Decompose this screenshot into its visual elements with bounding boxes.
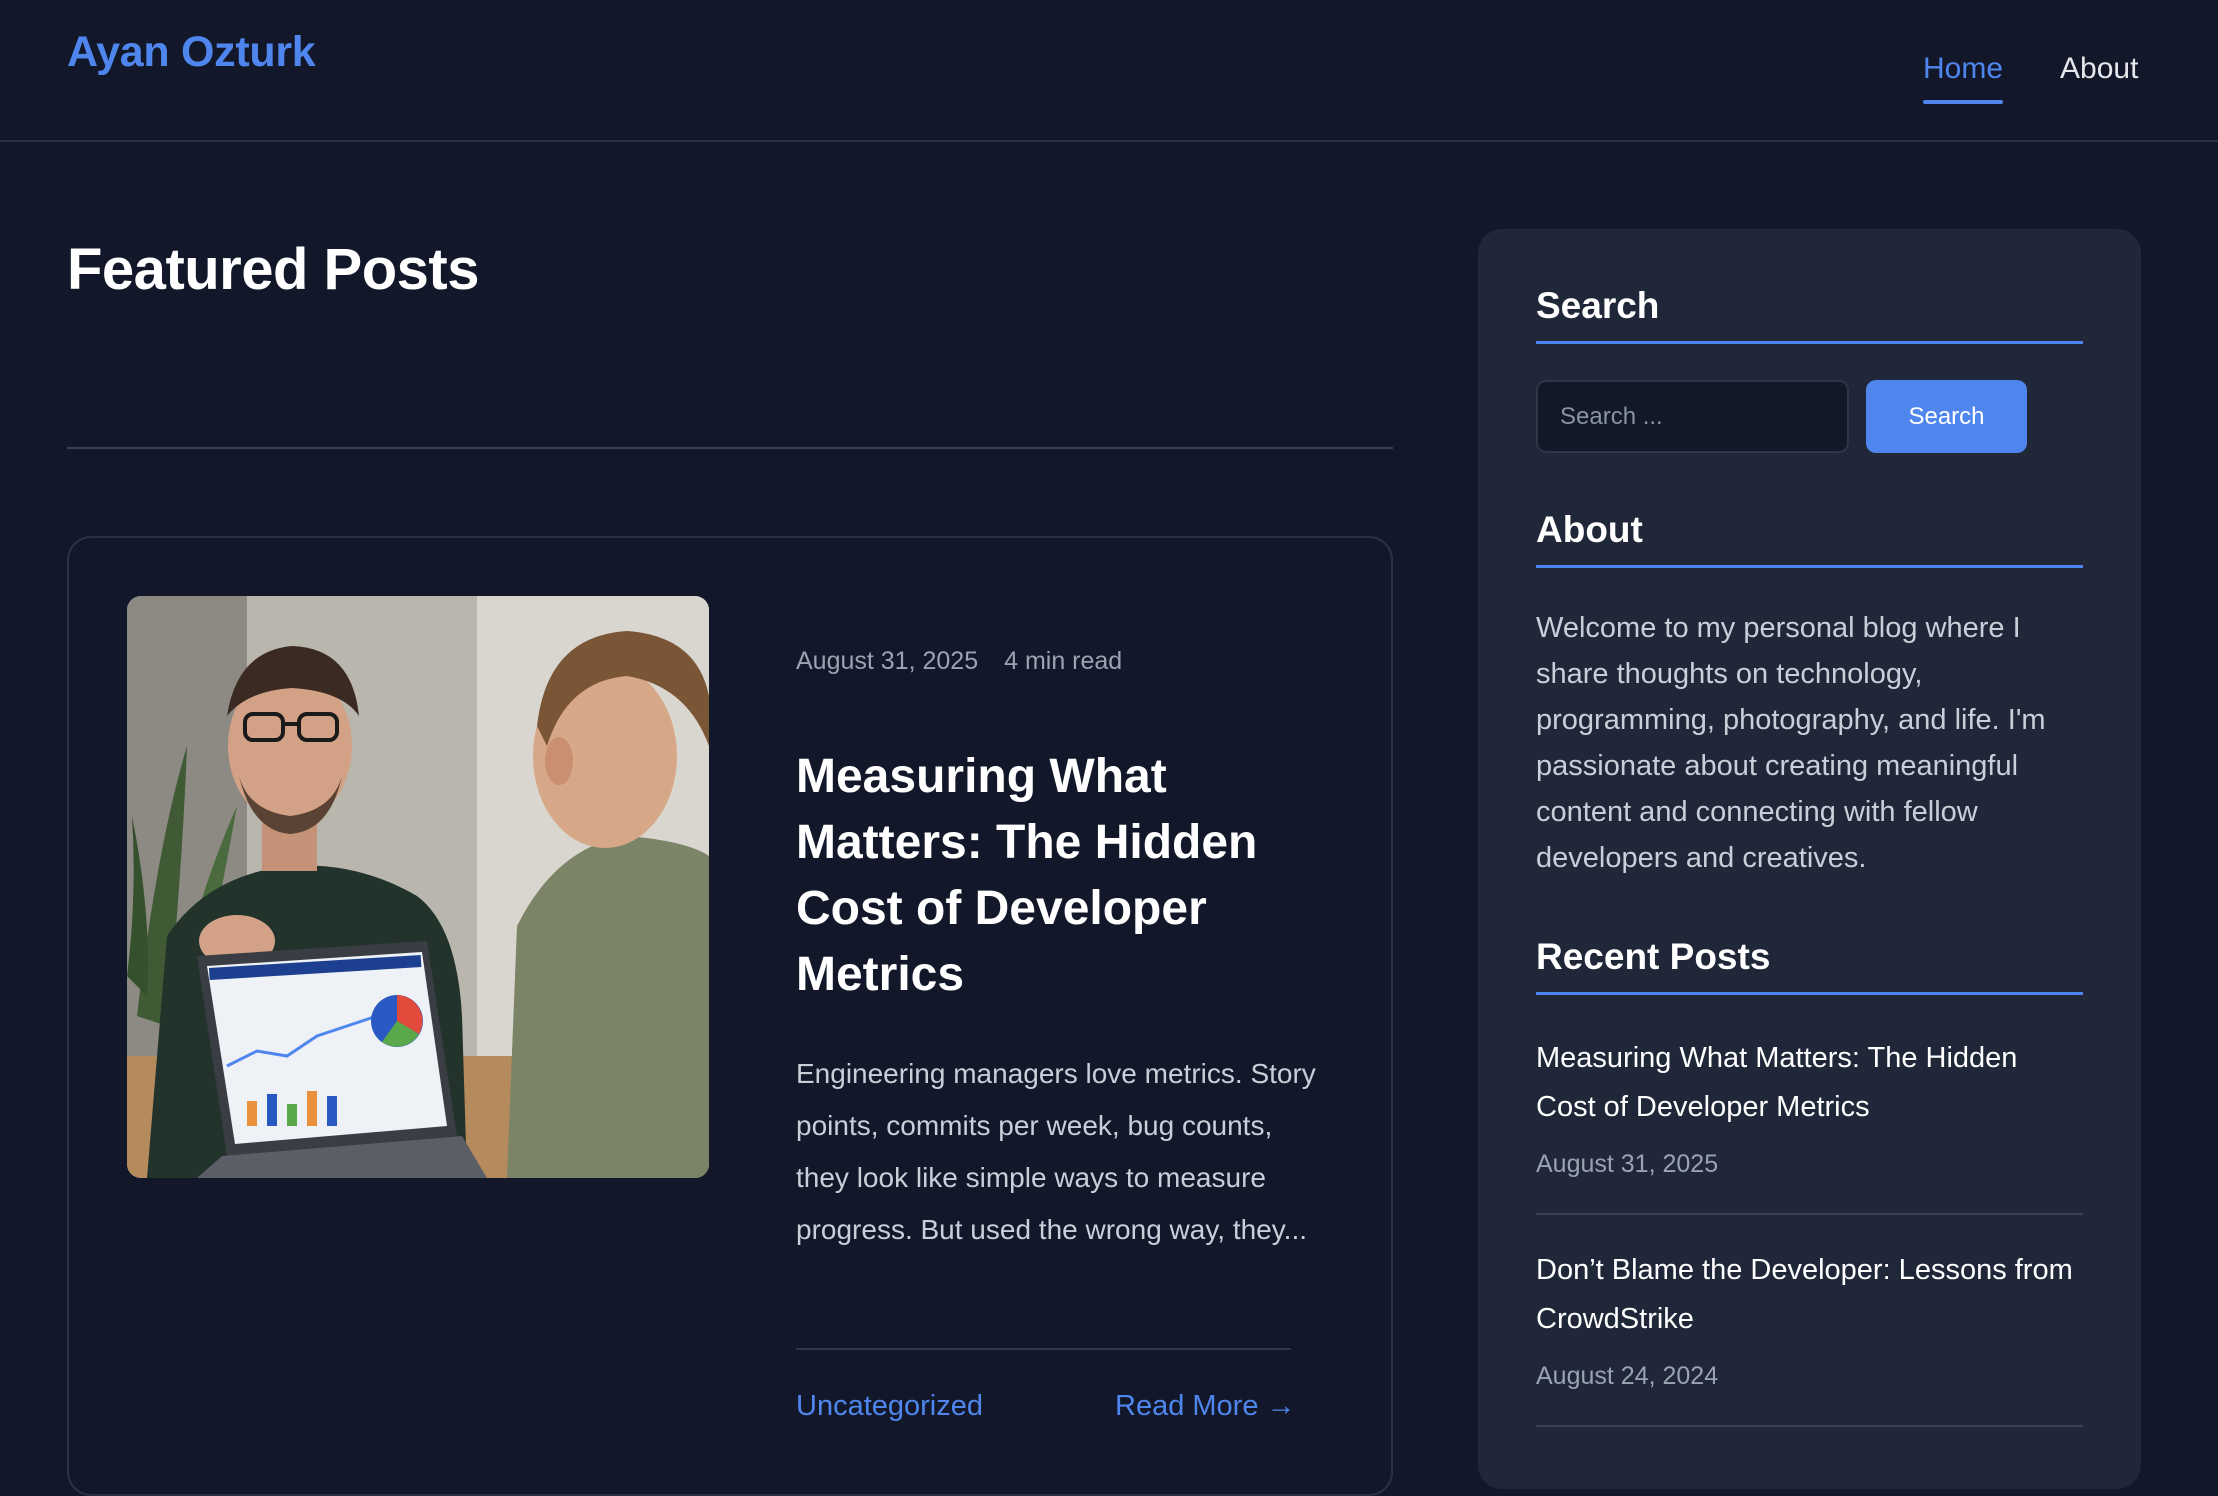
post-date: August 31, 2025 [796, 647, 979, 675]
post-meta: August 31, 2025 4 min read [796, 647, 1122, 676]
recent-posts-widget-title: Recent Posts [1536, 936, 2083, 995]
page-title: Featured Posts [67, 237, 480, 302]
post-footer-divider [796, 1348, 1291, 1350]
sidebar: Search Search About Welcome to my person… [1478, 229, 2141, 1489]
site-title-link[interactable]: Ayan Ozturk [67, 28, 316, 77]
recent-post-date: August 31, 2025 [1536, 1150, 1719, 1178]
search-button[interactable]: Search [1866, 380, 2027, 453]
read-more-link[interactable]: Read More → [1115, 1390, 1296, 1423]
recent-post-title-link[interactable]: Measuring What Matters: The Hidden Cost … [1536, 1034, 2083, 1132]
post-title-link[interactable]: Measuring What Matters: The Hidden Cost … [796, 744, 1356, 1008]
post-category-link[interactable]: Uncategorized [796, 1390, 983, 1423]
recent-post-date: August 24, 2024 [1536, 1362, 1719, 1390]
recent-post-item: Don’t Blame the Developer: Lessons from … [1536, 1246, 2083, 1427]
about-text: Welcome to my personal blog where I shar… [1536, 612, 2046, 874]
search-input[interactable] [1536, 380, 1849, 453]
search-widget-title: Search [1536, 285, 2083, 344]
recent-post-title-link[interactable]: Don’t Blame the Developer: Lessons from … [1536, 1246, 2083, 1344]
about-widget-title: About [1536, 509, 2083, 568]
section-divider [67, 447, 1393, 449]
featured-post-card: August 31, 2025 4 min read Measuring What… [67, 536, 1393, 1496]
post-excerpt: Engineering managers love metrics. Story… [796, 1058, 1316, 1245]
nav-home-link[interactable]: Home [1923, 52, 2004, 104]
nav-about-link[interactable]: About [2060, 52, 2138, 86]
site-header: Ayan Ozturk Home About [0, 0, 2218, 142]
post-thumbnail-image[interactable] [127, 596, 709, 1178]
post-read-time: 4 min read [1004, 647, 1123, 675]
recent-post-item: Measuring What Matters: The Hidden Cost … [1536, 1034, 2083, 1215]
